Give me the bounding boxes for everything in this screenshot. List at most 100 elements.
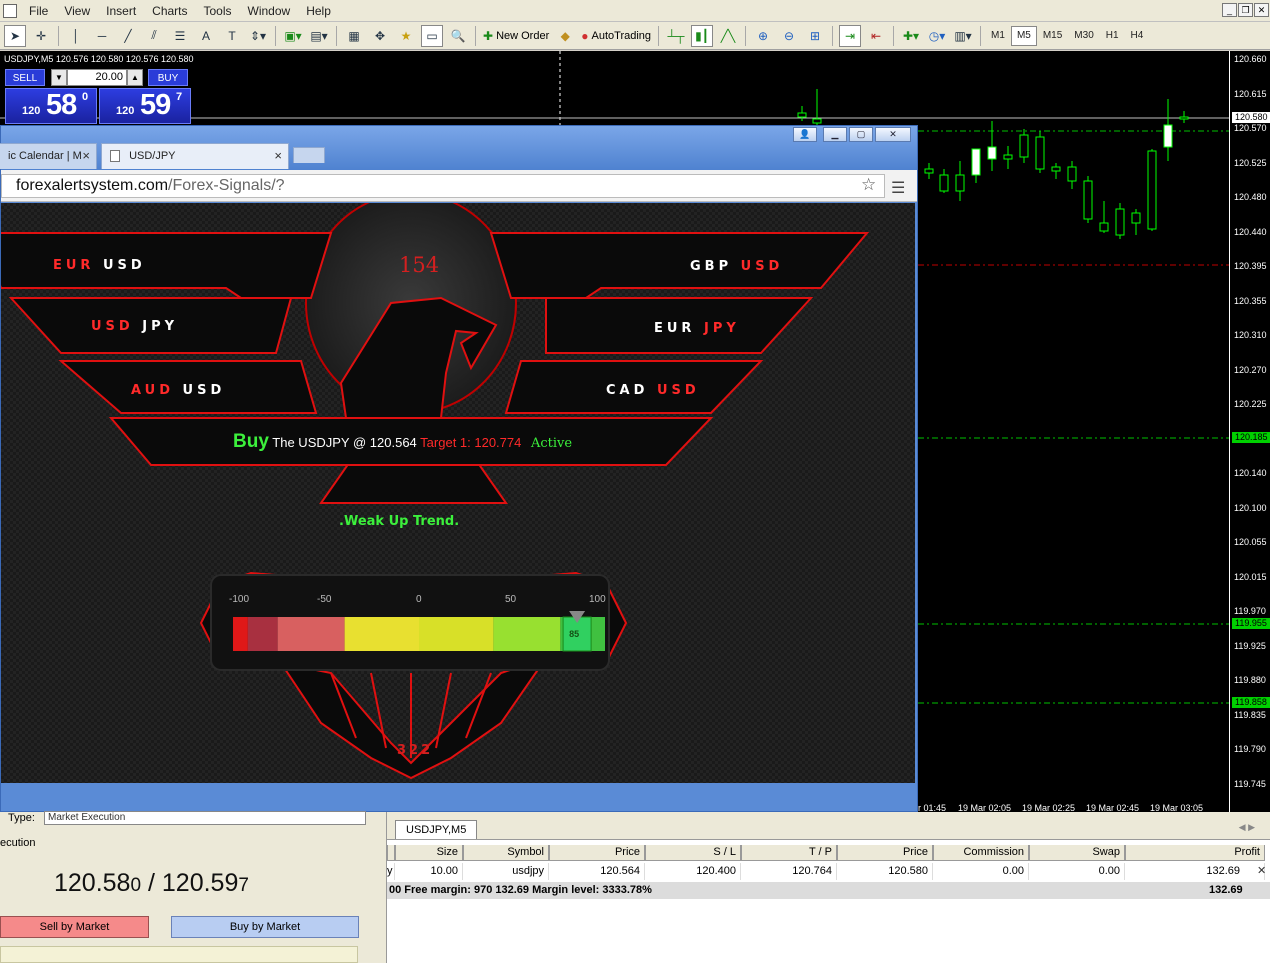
minimize-icon[interactable]: ▁: [823, 127, 847, 142]
vertical-line-icon[interactable]: │: [65, 25, 87, 47]
menu-insert[interactable]: Insert: [98, 4, 144, 18]
candlestick-icon[interactable]: ▮┃: [691, 24, 714, 47]
favorites-icon[interactable]: ★: [395, 25, 417, 47]
crosshair-icon[interactable]: ✛: [30, 25, 52, 47]
close-tab-icon[interactable]: ×: [82, 144, 90, 168]
templates-icon[interactable]: ▥▾: [952, 25, 974, 47]
text-icon[interactable]: A: [195, 25, 217, 47]
new-tab-button[interactable]: [293, 147, 325, 163]
price-tick: 120.100: [1234, 502, 1267, 513]
timeframe-m15[interactable]: M15: [1037, 26, 1068, 46]
periods-icon[interactable]: ◷▾: [926, 25, 948, 47]
market-watch-icon[interactable]: ▦: [343, 25, 365, 47]
close-window-icon[interactable]: ✕: [875, 127, 911, 142]
candle-body: [1163, 124, 1173, 148]
timeframe-h1[interactable]: H1: [1100, 26, 1125, 46]
timeframe-m1[interactable]: M1: [985, 26, 1011, 46]
zoom-out-icon[interactable]: ⊖: [778, 25, 800, 47]
bar-chart-icon[interactable]: ┴┬: [665, 25, 687, 47]
sell-price-box[interactable]: 120 58 0: [5, 88, 97, 124]
table-row[interactable]: y 10.00 usdjpy 120.564 120.400 120.764 120.580…: [387, 863, 1270, 880]
new-chart-icon[interactable]: ▣▾: [282, 25, 304, 47]
new-order-button[interactable]: ✚ New Order: [482, 25, 550, 47]
terminal-icon[interactable]: ▭: [421, 24, 443, 47]
sell-by-market-button[interactable]: Sell by Market: [0, 916, 149, 938]
column-header[interactable]: [387, 845, 395, 861]
chart-shift-icon[interactable]: ⇤: [865, 25, 887, 47]
autotrading-button[interactable]: ● AutoTrading: [580, 25, 652, 47]
lot-increase-icon[interactable]: ▲: [127, 69, 143, 86]
channel-icon[interactable]: ⫽: [143, 25, 165, 47]
indicators-icon[interactable]: ✚▾: [900, 25, 922, 47]
menu-charts[interactable]: Charts: [144, 4, 195, 18]
column-header[interactable]: Symbol: [463, 845, 549, 861]
cursor-icon[interactable]: ➤: [4, 24, 26, 47]
column-header[interactable]: Size: [395, 845, 463, 861]
column-header[interactable]: Commission: [933, 845, 1029, 861]
buy-by-market-button[interactable]: Buy by Market: [171, 916, 359, 938]
lot-size-input[interactable]: 20.00: [67, 69, 127, 86]
tab-economic-calendar[interactable]: ic Calendar | M ×: [0, 143, 97, 169]
pair-usdjpy[interactable]: USD JPY: [91, 319, 178, 334]
one-click-trading-panel: SELL ▼ 20.00 ▲ BUY 120 58 0 120 59 7: [3, 68, 191, 124]
metaeditor-icon[interactable]: ◆: [554, 25, 576, 47]
horizontal-line-icon[interactable]: ─: [91, 25, 113, 47]
auto-scroll-icon[interactable]: ⇥: [839, 24, 862, 47]
price-axis: 120.660 120.615 120.570 120.525 120.480 120.4…: [1229, 51, 1270, 817]
candle-body: [1051, 166, 1061, 172]
pair-quote: JPY: [142, 319, 179, 334]
menu-help[interactable]: Help: [298, 4, 339, 18]
close-tab-icon[interactable]: ×: [274, 144, 282, 168]
profiles-icon[interactable]: ▤▾: [308, 25, 330, 47]
menu-file[interactable]: File: [21, 4, 56, 18]
navigator-icon[interactable]: ✥: [369, 25, 391, 47]
chart-tab-usdjpy[interactable]: USDJPY,M5: [395, 820, 478, 839]
column-header[interactable]: T / P: [741, 845, 837, 861]
maximize-icon[interactable]: ▢: [849, 127, 873, 142]
restore-icon[interactable]: ❐: [1238, 3, 1253, 17]
pair-eurusd[interactable]: EUR USD: [53, 258, 146, 273]
timeframe-h4[interactable]: H4: [1125, 26, 1150, 46]
trendline-icon[interactable]: ╱: [117, 25, 139, 47]
timeframe-m5[interactable]: M5: [1010, 25, 1037, 46]
tab-scroll-icon[interactable]: ◀ ▶: [1239, 822, 1255, 833]
label-icon[interactable]: T: [221, 25, 243, 47]
fibonacci-icon[interactable]: ☰: [169, 25, 191, 47]
column-header[interactable]: Price: [549, 845, 645, 861]
signals-page: EUR USD USD JPY AUD USD GBP USD EUR JPY …: [1, 203, 915, 783]
tab-usdjpy[interactable]: USD/JPY ×: [101, 143, 289, 169]
close-icon[interactable]: ✕: [1254, 3, 1269, 17]
pair-eurjpy[interactable]: EUR JPY: [654, 321, 740, 336]
order-type-select[interactable]: Market Execution: [44, 811, 366, 825]
pair-quote: JPY: [703, 321, 740, 336]
app-icon: [3, 3, 17, 18]
column-header[interactable]: S / L: [645, 845, 741, 861]
menu-window[interactable]: Window: [240, 4, 299, 18]
menu-tools[interactable]: Tools: [196, 4, 240, 18]
close-order-icon[interactable]: ✕: [1257, 864, 1266, 877]
url-input[interactable]: forexalertsystem.com/Forex-Signals/?: [1, 174, 885, 198]
pair-audusd[interactable]: AUD USD: [131, 383, 225, 398]
buy-button[interactable]: BUY: [148, 69, 188, 86]
tester-icon[interactable]: 🔍: [447, 25, 469, 47]
bookmark-star-icon[interactable]: ☆: [861, 175, 876, 195]
zoom-in-icon[interactable]: ⊕: [752, 25, 774, 47]
line-chart-icon[interactable]: ╱╲: [717, 25, 739, 47]
tile-windows-icon[interactable]: ⊞: [804, 25, 826, 47]
browser-menu-icon[interactable]: ☰: [891, 178, 905, 198]
menu-view[interactable]: View: [56, 4, 98, 18]
pair-cadusd[interactable]: CAD USD: [606, 383, 700, 398]
arrows-icon[interactable]: ⇕▾: [247, 25, 269, 47]
timeframe-m30[interactable]: M30: [1068, 26, 1099, 46]
user-icon[interactable]: 👤: [793, 127, 817, 142]
column-header[interactable]: Profit: [1125, 845, 1265, 861]
pair-gbpusd[interactable]: GBP USD: [690, 259, 783, 274]
buy-price-box[interactable]: 120 59 7: [99, 88, 191, 124]
column-header[interactable]: Price: [837, 845, 933, 861]
sell-button[interactable]: SELL: [5, 69, 45, 86]
url-host: forexalertsystem.com: [16, 177, 169, 194]
bid-small: 0: [130, 875, 142, 896]
column-header[interactable]: Swap: [1029, 845, 1125, 861]
lot-decrease-icon[interactable]: ▼: [51, 69, 67, 86]
minimize-icon[interactable]: _: [1222, 3, 1237, 17]
